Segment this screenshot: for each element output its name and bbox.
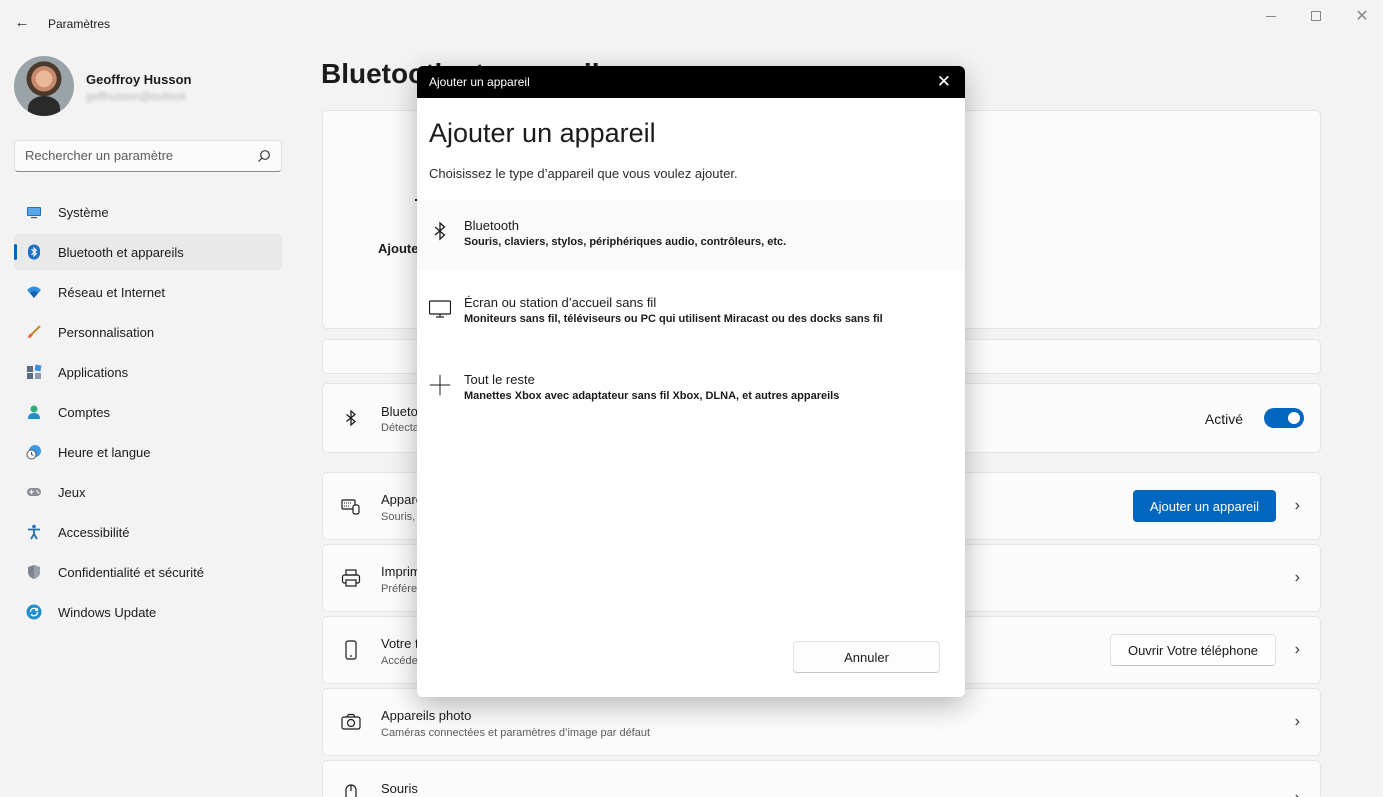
bluetooth-icon <box>28 244 40 260</box>
back-arrow-icon: ← <box>14 13 30 31</box>
phone-icon <box>345 640 357 660</box>
chevron-right-icon[interactable]: › <box>1295 497 1300 515</box>
keyboard-mouse-icon <box>341 499 360 515</box>
monitor-icon <box>429 300 451 318</box>
open-phone-button[interactable]: Ouvrir Votre téléphone <box>1110 634 1276 666</box>
bluetooth-state-label: Activé <box>1204 411 1243 427</box>
gamepad-icon <box>27 488 41 496</box>
dialog-titlebar-text: Ajouter un appareil <box>429 75 530 89</box>
sidebar-item-bluetooth[interactable]: Bluetooth et appareils <box>14 234 282 270</box>
option-title: Bluetooth <box>464 218 519 233</box>
bluetooth-toggle[interactable] <box>1264 408 1304 428</box>
sidebar-item-label: Confidentialité et sécurité <box>58 564 204 580</box>
sidebar-item-label: Heure et langue <box>58 444 151 460</box>
option-description: Manettes Xbox avec adaptateur sans fil X… <box>464 390 840 402</box>
accessibility-icon <box>28 524 40 540</box>
bluetooth-icon <box>434 221 446 241</box>
add-device-button[interactable]: Ajouter un appareil <box>1133 490 1276 522</box>
sidebar-item-label: Jeux <box>58 484 86 500</box>
option-bluetooth[interactable]: Bluetooth Souris, claviers, stylos, péri… <box>417 200 965 270</box>
minimize-icon <box>1266 15 1276 17</box>
close-icon: ✕ <box>936 72 951 91</box>
chevron-right-icon[interactable]: › <box>1295 569 1300 587</box>
sidebar-item-accessibilite[interactable]: Accessibilité <box>14 514 282 550</box>
option-wireless-display[interactable]: Écran ou station d’accueil sans fil Moni… <box>417 277 965 347</box>
camera-row[interactable]: Appareils photo Caméras connectées et pa… <box>322 688 1321 756</box>
phone-row-subtitle: Accéder <box>381 655 422 667</box>
maximize-button[interactable] <box>1293 0 1339 32</box>
search-icon <box>258 150 270 162</box>
camera-icon <box>341 713 361 730</box>
camera-row-subtitle: Caméras connectées et paramètres d’image… <box>381 727 651 739</box>
sidebar-item-reseau[interactable]: Réseau et Internet <box>14 274 282 310</box>
add-device-tile-label[interactable]: Ajoute <box>378 241 418 256</box>
sidebar-item-label: Comptes <box>58 404 111 420</box>
dialog-subtitle: Choisissez le type d’appareil que vous v… <box>429 166 738 181</box>
settings-search[interactable] <box>14 140 282 172</box>
title-bar: ← Paramètres ✕ <box>0 0 1383 46</box>
shield-icon <box>28 565 40 579</box>
sidebar-item-windows-update[interactable]: Windows Update <box>14 594 282 630</box>
camera-row-title: Appareils photo <box>381 708 472 723</box>
cancel-button[interactable]: Annuler <box>793 641 940 673</box>
option-description: Moniteurs sans fil, téléviseurs ou PC qu… <box>464 313 883 325</box>
chevron-right-icon[interactable]: › <box>1295 641 1300 659</box>
back-button[interactable]: ← <box>10 10 34 34</box>
search-input[interactable] <box>25 148 245 163</box>
user-profile[interactable]: Geoffroy Husson geffhusson@outlook <box>14 56 294 120</box>
avatar <box>14 56 74 116</box>
chevron-right-icon[interactable]: › <box>1295 713 1300 731</box>
update-icon <box>26 604 42 620</box>
sidebar-item-heure-langue[interactable]: Heure et langue <box>14 434 282 470</box>
sidebar-item-jeux[interactable]: Jeux <box>14 474 282 510</box>
apps-icon <box>27 364 42 379</box>
sidebar-item-applications[interactable]: Applications <box>14 354 282 390</box>
printer-icon <box>341 569 361 587</box>
dialog-heading: Ajouter un appareil <box>429 118 656 148</box>
sidebar-item-label: Windows Update <box>58 604 157 620</box>
wifi-icon <box>27 286 41 298</box>
option-everything-else[interactable]: Tout le reste Manettes Xbox avec adaptat… <box>417 354 965 424</box>
dialog-close-button[interactable]: ✕ <box>937 72 951 92</box>
monitor-icon <box>27 207 41 219</box>
app-title: Paramètres <box>48 17 111 31</box>
sidebar-item-label: Réseau et Internet <box>58 284 165 300</box>
maximize-icon <box>1311 11 1321 21</box>
option-title: Tout le reste <box>464 372 535 387</box>
sidebar-item-label: Accessibilité <box>58 524 130 540</box>
sidebar-item-confidentialite[interactable]: Confidentialité et sécurité <box>14 554 282 590</box>
mouse-row-title: Souris <box>381 781 418 796</box>
add-device-dialog: Ajouter un appareil ✕ Ajouter un apparei… <box>417 66 965 697</box>
chevron-right-icon[interactable]: › <box>1295 789 1300 797</box>
option-description: Souris, claviers, stylos, périphériques … <box>464 236 787 248</box>
sidebar-nav: Système Bluetooth et appareils Réseau et… <box>14 194 282 634</box>
brush-icon <box>28 325 41 338</box>
sidebar-item-label: Personnalisation <box>58 324 155 340</box>
dialog-titlebar: Ajouter un appareil ✕ <box>417 66 965 98</box>
clock-globe-icon <box>26 445 41 460</box>
sidebar-item-personnalisation[interactable]: Personnalisation <box>14 314 282 350</box>
close-window-button[interactable]: ✕ <box>1339 0 1383 32</box>
plus-icon <box>429 374 451 396</box>
sidebar-item-label: Applications <box>58 364 129 380</box>
user-name: Geoffroy Husson <box>86 72 192 87</box>
close-icon: ✕ <box>1355 8 1369 25</box>
mouse-icon <box>345 784 357 797</box>
option-title: Écran ou station d’accueil sans fil <box>464 295 657 310</box>
sidebar-item-systeme[interactable]: Système <box>14 194 282 230</box>
mouse-row[interactable]: Souris › <box>322 760 1321 797</box>
sidebar-item-label: Système <box>58 204 109 220</box>
user-email: geffhusson@outlook <box>86 91 187 103</box>
bluetooth-icon <box>346 409 357 427</box>
sidebar-item-comptes[interactable]: Comptes <box>14 394 282 430</box>
sidebar-item-label: Bluetooth et appareils <box>58 244 184 260</box>
account-icon <box>28 405 40 419</box>
minimize-button[interactable] <box>1248 0 1294 32</box>
